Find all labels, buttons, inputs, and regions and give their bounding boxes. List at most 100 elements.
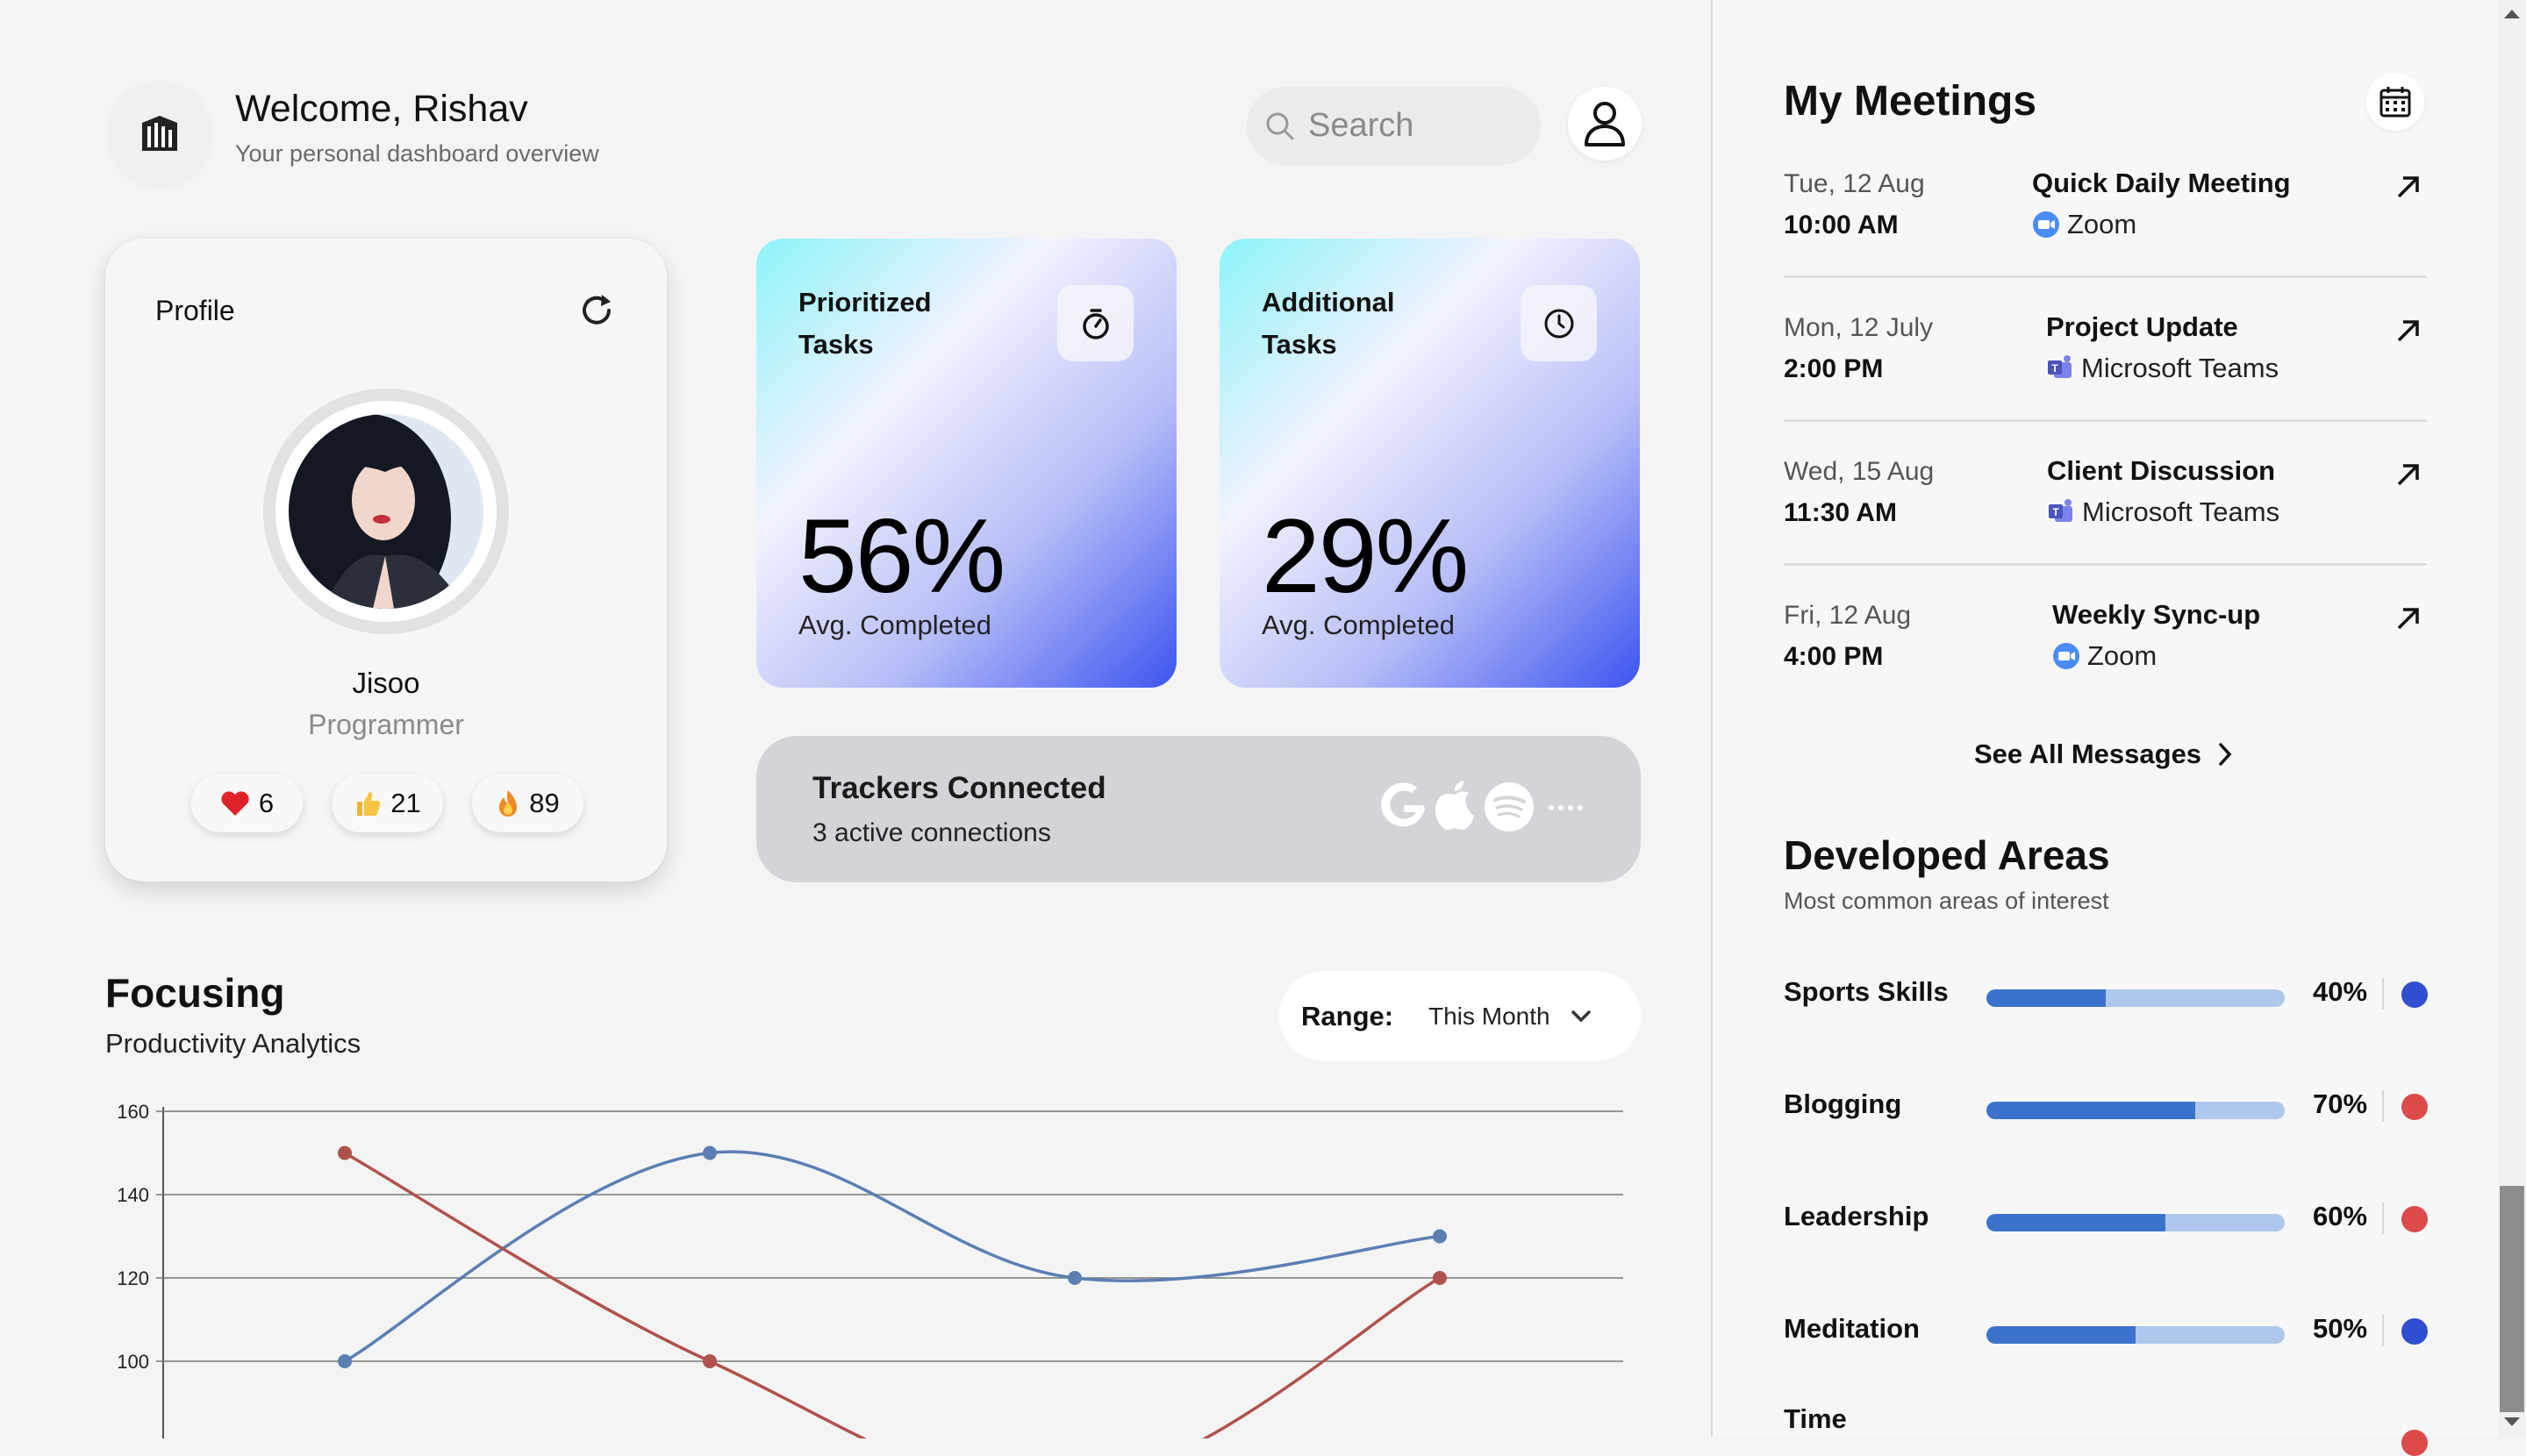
y-tick-label: 160 xyxy=(117,1101,149,1123)
additional-percent: 29% xyxy=(1262,497,1469,615)
data-point xyxy=(338,1146,352,1160)
likes-count: 6 xyxy=(258,788,275,818)
data-point xyxy=(703,1354,717,1368)
user-icon xyxy=(1585,102,1625,146)
meeting-time: 2:00 PM xyxy=(1784,354,1884,383)
open-meeting-icon[interactable] xyxy=(2394,316,2423,346)
additional-tasks-title: Additional Tasks xyxy=(1262,287,1395,360)
thumbs-up-icon xyxy=(357,792,381,816)
meeting-divider xyxy=(1784,275,2427,278)
focusing-title: Focusing xyxy=(105,970,285,1016)
scroll-down-icon[interactable] xyxy=(2501,1415,2522,1429)
stopwatch-button[interactable] xyxy=(1057,285,1134,361)
meeting-date: Tue, 12 Aug xyxy=(1784,169,1925,198)
see-all-messages-link[interactable]: See All Messages xyxy=(1974,739,2233,770)
scrollbar-thumb[interactable] xyxy=(2500,1186,2524,1412)
skill-label: Leadership xyxy=(1784,1201,1929,1231)
meeting-time: 10:00 AM xyxy=(1784,211,1899,239)
skill-label: Blogging xyxy=(1784,1088,1902,1119)
logo-icon xyxy=(142,116,177,151)
meetings-title: My Meetings xyxy=(1784,78,2037,125)
meeting-platform: T Microsoft Teams xyxy=(2047,496,2279,528)
scroll-up-icon[interactable] xyxy=(2501,7,2522,21)
range-selector[interactable]: Range: This Month xyxy=(1279,971,1641,1061)
chevron-down-icon xyxy=(1571,1010,1591,1022)
focusing-subtitle: Productivity Analytics xyxy=(105,1028,361,1059)
skill-label: Time xyxy=(1784,1403,1847,1434)
meeting-title[interactable]: Client Discussion xyxy=(2047,455,2275,487)
open-meeting-icon[interactable] xyxy=(2394,172,2423,202)
skill-dot xyxy=(2401,1094,2428,1120)
profile-avatar xyxy=(263,389,509,634)
user-account-button[interactable] xyxy=(1568,87,1642,161)
thumbs-up-count: 21 xyxy=(390,788,421,818)
y-tick-label: 100 xyxy=(117,1351,149,1373)
data-point xyxy=(1068,1271,1082,1285)
clock-button[interactable] xyxy=(1521,285,1597,361)
developed-areas-subtitle: Most common areas of interest xyxy=(1784,888,2109,914)
skill-dot xyxy=(2401,1206,2428,1232)
skill-percent: 70% xyxy=(2313,1088,2368,1119)
y-tick-label: 140 xyxy=(117,1184,149,1206)
see-all-label: See All Messages xyxy=(1974,739,2202,769)
meeting-date: Mon, 12 July xyxy=(1784,313,1934,342)
meeting-date: Wed, 15 Aug xyxy=(1784,457,1935,486)
chevron-right-icon xyxy=(2219,743,2232,766)
svg-text:T: T xyxy=(2051,362,2058,375)
more-icon[interactable] xyxy=(1548,803,1585,812)
fire-stat[interactable]: 89 xyxy=(472,774,583,832)
skill-percent: 60% xyxy=(2313,1201,2368,1231)
skill-percent: 40% xyxy=(2313,976,2368,1007)
skill-progress-fill xyxy=(1986,1326,2136,1344)
calendar-button[interactable] xyxy=(2366,73,2424,131)
stopwatch-icon xyxy=(1082,308,1109,339)
profile-role: Programmer xyxy=(308,709,464,740)
profile-photo xyxy=(289,414,483,609)
likes-stat[interactable]: 6 xyxy=(191,774,303,832)
meeting-title[interactable]: Project Update xyxy=(2046,311,2238,343)
skill-progress-bar xyxy=(1986,989,2285,1007)
data-point xyxy=(338,1354,352,1368)
range-label: Range: xyxy=(1301,1000,1394,1031)
developed-areas-title: Developed Areas xyxy=(1784,832,2110,878)
refresh-icon[interactable] xyxy=(576,289,618,332)
welcome-heading: Welcome, Rishav xyxy=(235,88,528,130)
google-icon[interactable] xyxy=(1376,781,1430,835)
productivity-chart: 100 120 140 160 xyxy=(117,1101,1623,1438)
panel-divider xyxy=(1711,0,1713,1436)
prioritized-percent: 56% xyxy=(798,497,1005,615)
spotify-icon[interactable] xyxy=(1483,781,1535,833)
trackers-subtitle: 3 active connections xyxy=(812,818,1051,847)
series-line-2 xyxy=(344,1151,1441,1438)
meeting-divider xyxy=(1784,563,2427,566)
skill-progress-bar xyxy=(1986,1214,2285,1231)
skill-percent: 50% xyxy=(2313,1313,2368,1344)
apple-icon[interactable] xyxy=(1432,779,1478,833)
meeting-divider xyxy=(1784,419,2427,422)
open-meeting-icon[interactable] xyxy=(2394,460,2423,489)
data-point xyxy=(1433,1229,1447,1244)
clock-icon xyxy=(1544,309,1573,338)
search-icon xyxy=(1266,112,1294,139)
svg-text:T: T xyxy=(2052,506,2059,518)
search-input[interactable]: Search xyxy=(1247,87,1541,165)
open-meeting-icon[interactable] xyxy=(2394,603,2423,633)
teams-icon: T xyxy=(2049,499,2072,522)
meeting-platform: Zoom xyxy=(2032,209,2136,240)
skill-label: Meditation xyxy=(1784,1313,1920,1344)
skill-label: Sports Skills xyxy=(1784,976,1949,1007)
fire-icon xyxy=(499,790,518,817)
meeting-title[interactable]: Quick Daily Meeting xyxy=(2032,168,2291,199)
data-point xyxy=(1433,1271,1447,1285)
search-placeholder: Search xyxy=(1308,107,1414,144)
thumbs-up-stat[interactable]: 21 xyxy=(332,774,443,832)
skill-progress-fill xyxy=(1986,989,2106,1007)
trackers-title: Trackers Connected xyxy=(812,771,1106,805)
skill-separator xyxy=(2382,978,2384,1010)
zoom-icon xyxy=(2053,643,2079,669)
welcome-subtitle: Your personal dashboard overview xyxy=(235,140,599,167)
skill-dot xyxy=(2401,1430,2428,1456)
skill-progress-bar xyxy=(1986,1102,2285,1119)
meeting-title[interactable]: Weekly Sync-up xyxy=(2052,599,2260,631)
app-logo[interactable] xyxy=(109,84,211,186)
